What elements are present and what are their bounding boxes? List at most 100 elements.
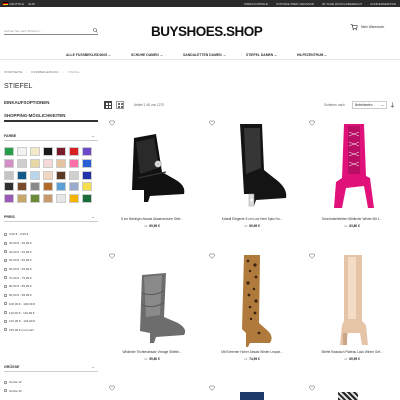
checkbox[interactable] [4,389,7,393]
color-swatch[interactable] [4,147,14,156]
price-filter-option[interactable]: 80,00 € - 89,99 € [4,282,100,291]
list-view-button[interactable] [116,101,124,109]
color-swatch[interactable] [30,147,40,156]
product-image-partial[interactable] [338,392,358,400]
color-swatch[interactable] [43,194,53,204]
wishlist-heart-icon[interactable] [309,120,315,126]
wishlist-heart-icon[interactable] [309,385,315,391]
filter-color-header[interactable]: FARBE – [4,132,98,141]
color-swatch[interactable] [4,182,14,192]
nav-item-alle-fussbekleidung[interactable]: ALLE FUSSBEKLEIDUNG [66,53,111,57]
price-filter-option[interactable]: 30,00 € - 39,99 € [4,239,100,248]
price-filter-option[interactable]: 60,00 € - 69,99 € [4,265,100,274]
product-image-mesh-pointed-boot[interactable] [204,120,300,215]
color-swatch[interactable] [30,158,40,168]
top-link-kundenservice[interactable]: KUNDENSERVICE [370,2,396,6]
product-image-patent-boot-brooch[interactable] [104,120,200,215]
price-filter-option[interactable]: 90,00 € - 99,99 € [4,291,100,300]
product-card[interactable]: Schnürstiefeletten Wildleder Winter Mit … [304,120,400,235]
size-filter-option[interactable]: Größe 32 [4,378,100,387]
price-filter-option[interactable]: 70,00 € - 79,99 € [4,273,100,282]
breadcrumb-fussbekleidung[interactable]: FUSSBEKLEIDUNG [31,70,58,74]
color-swatch[interactable] [43,170,53,180]
color-swatch[interactable] [43,147,53,156]
wishlist-heart-icon[interactable] [209,253,215,259]
checkbox[interactable] [4,241,7,245]
product-image-leopard-thigh-high-boot[interactable] [204,253,300,348]
wishlist-heart-icon[interactable] [109,253,115,259]
color-swatch[interactable] [43,182,53,192]
color-swatch[interactable] [56,182,66,192]
checkbox[interactable] [4,302,7,306]
color-swatch[interactable] [17,170,27,180]
color-swatch[interactable] [30,170,40,180]
color-swatch[interactable] [56,194,66,204]
filter-price-header[interactable]: PREIS – [4,213,98,222]
product-name[interactable]: 5 cm Niedriger Absatz Absatzschuhe Stief… [104,217,200,221]
search-input[interactable]: Suchen Sie nach Schuhen ... [4,27,98,35]
cart-button[interactable]: Mein Warenkorb [350,23,384,31]
wishlist-heart-icon[interactable] [109,120,115,126]
nav-item-stiefel-damen[interactable]: STIEFEL DAMEN [246,53,277,57]
grid-view-button[interactable] [104,101,112,109]
product-image-nude-patent-platform-boot[interactable] [304,253,400,348]
checkbox[interactable] [4,328,7,332]
color-swatch[interactable] [69,147,79,156]
checkbox[interactable] [4,267,7,271]
top-link-versand[interactable]: KOSTENLOSER VERSAND [276,2,314,6]
color-swatch[interactable] [17,158,27,168]
price-filter-option[interactable]: 100,00 € - 109,99 € [4,300,100,309]
product-image-pink-lace-up-platform-boot[interactable] [304,120,400,215]
top-link-preisvorteile[interactable]: PREISVORTEILE [244,2,268,6]
wishlist-heart-icon[interactable] [309,253,315,259]
price-filter-option[interactable]: 40,00 € - 49,99 € [4,247,100,256]
nav-item-sandaletten-damen[interactable]: SANDALETTEN DAMEN [183,53,226,57]
color-swatch[interactable] [43,158,53,168]
color-swatch[interactable] [56,147,66,156]
color-swatch[interactable] [82,194,92,204]
price-filter-option[interactable]: 110,00 € - 119,99 € [4,308,100,317]
nav-item-schuhe-damen[interactable]: SCHUHE DAMEN [131,53,163,57]
checkbox[interactable] [4,276,7,280]
wishlist-heart-icon[interactable] [109,385,115,391]
product-name[interactable]: Stiefel Klassisch Plateau Lack Winter Ge… [304,350,400,354]
sort-direction-icon[interactable] [390,102,395,108]
wishlist-heart-icon[interactable] [209,120,215,126]
color-swatch[interactable] [69,194,79,204]
color-swatch[interactable] [69,158,79,168]
color-swatch[interactable] [82,170,92,180]
price-filter-option[interactable]: 120,00 € - 129,99 € [4,317,100,326]
color-swatch[interactable] [56,170,66,180]
product-image-grey-suede-slouch-boot[interactable] [104,253,200,348]
product-name[interactable]: Mit Extremer Hoher Absatz Winter Leopar.… [204,350,300,354]
color-swatch[interactable] [17,147,27,156]
sort-select[interactable]: Beliebtesten [352,101,387,109]
size-filter-option[interactable]: Größe 33 [4,387,100,396]
product-card[interactable]: 5 cm Niedriger Absatz Absatzschuhe Stief… [104,120,200,235]
color-swatch[interactable] [30,194,40,204]
product-card[interactable]: Stiefel Klassisch Plateau Lack Winter Ge… [304,253,400,368]
nav-item-hilfezentrum[interactable]: HILFEZENTRUM [297,53,328,57]
site-logo[interactable]: BUYSHOES.SHOP [150,21,263,41]
price-filter-option[interactable]: 0,00 € - 9,99 € [4,230,100,239]
checkbox[interactable] [4,250,7,254]
checkbox[interactable] [4,311,7,315]
language-selector[interactable]: DEUTSCH EUR [3,2,35,6]
checkbox[interactable] [4,319,7,323]
filter-size-header[interactable]: GRÖSSE – [4,363,98,372]
search-icon[interactable] [93,28,98,33]
checkbox[interactable] [4,293,7,297]
checkbox[interactable] [4,380,7,384]
top-link-rueckgabe[interactable]: 30-TAGE RÜCKGABERECHT [322,2,362,6]
product-card[interactable]: Wildleder Trichterabsatz Vintage Stilett… [104,253,200,368]
color-swatch[interactable] [82,147,92,156]
color-swatch[interactable] [56,158,66,168]
currency-label[interactable]: EUR [29,2,35,6]
checkbox[interactable] [4,232,7,236]
wishlist-heart-icon[interactable] [209,385,215,391]
product-image-partial[interactable] [240,392,264,400]
price-filter-option[interactable]: 50,00 € - 59,99 € [4,256,100,265]
color-swatch[interactable] [82,158,92,168]
breadcrumb-home[interactable]: STARTSEITE [4,70,22,74]
color-swatch[interactable] [4,158,14,168]
